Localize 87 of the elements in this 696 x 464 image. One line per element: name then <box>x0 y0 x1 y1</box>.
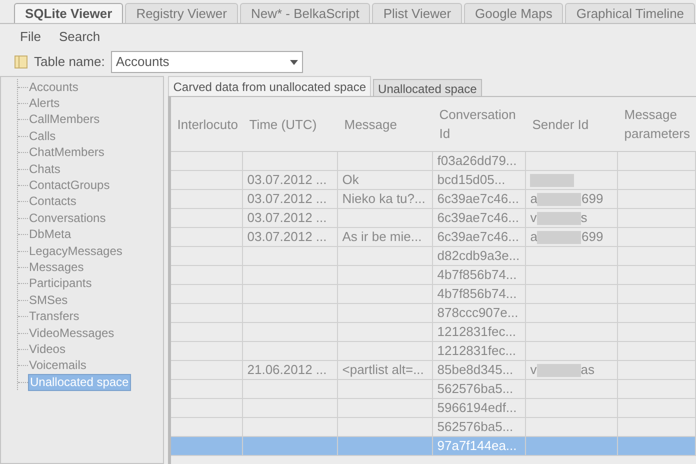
tree-item[interactable]: ChatMembers <box>28 145 106 160</box>
column-header[interactable]: Interlocuto <box>171 97 244 151</box>
table-row[interactable]: 03.07.2012 ... 6c39ae7c46... v s <box>171 209 696 228</box>
table-cell: f03a26dd79... <box>433 152 526 170</box>
table-cell: 1212831fec... <box>433 323 526 341</box>
app-tab[interactable]: Registry Viewer <box>125 3 238 23</box>
table-row[interactable]: 03.07.2012 ... Ok bcd15d05... <box>171 171 696 190</box>
tree-item[interactable]: LegacyMessages <box>28 244 124 259</box>
table-row[interactable]: 1212831fec... <box>171 323 696 342</box>
tree-item[interactable]: Chats <box>28 162 62 177</box>
sender-cell: v s <box>526 209 618 227</box>
tree-item[interactable]: Alerts <box>28 96 61 112</box>
table-cell: 4b7f856b74... <box>433 266 526 284</box>
table-cell: 85be8d345... <box>433 361 526 379</box>
tree-item[interactable]: Transfers <box>28 309 80 324</box>
redaction-block <box>537 230 582 244</box>
table-row[interactable]: 4b7f856b74... <box>171 266 696 285</box>
table-cell: 03.07.2012 ... <box>243 171 338 189</box>
tree-item[interactable]: Voicemails <box>28 358 88 374</box>
caret-icon <box>290 60 298 64</box>
table-cell: 4b7f856b74... <box>433 285 526 303</box>
column-header[interactable]: Message parameters <box>618 97 696 151</box>
app-tab[interactable]: Plist Viewer <box>372 3 462 23</box>
table-row[interactable]: d82cdb9a3e... <box>171 247 696 266</box>
table-row[interactable]: 562576ba5... <box>171 380 696 399</box>
app-tab[interactable]: Google Maps <box>464 3 564 23</box>
menu-item[interactable]: File <box>20 27 41 47</box>
table-cell: 6c39ae7c46... <box>433 209 526 227</box>
table-cell: 6c39ae7c46... <box>433 228 526 246</box>
table-row[interactable]: 878ccc907e... <box>171 304 696 323</box>
table-cell: 97a7f144ea... <box>433 437 526 455</box>
table-cell: Nieko ka tu?... <box>338 190 434 208</box>
table-row[interactable]: 5966194edf... <box>171 399 696 418</box>
table-row[interactable]: 1212831fec... <box>171 342 696 361</box>
tree-item[interactable]: CallMembers <box>28 112 101 128</box>
tree-item[interactable]: ContactGroups <box>28 178 111 194</box>
table-cell: 5966194edf... <box>433 399 526 417</box>
table-name-dropdown[interactable]: Accounts <box>110 51 303 73</box>
column-header[interactable]: Sender Id <box>526 97 618 151</box>
table-cell: 562576ba5... <box>433 418 526 436</box>
table-icon <box>14 55 28 69</box>
tree-item[interactable]: Conversations <box>28 210 107 226</box>
tree-item[interactable]: VideoMessages <box>28 326 116 341</box>
tree-item[interactable]: SMSes <box>28 292 69 308</box>
table-cell: 21.06.2012 ... <box>243 361 338 379</box>
column-header[interactable]: Message <box>338 97 434 151</box>
table-cell: <partlist alt=... <box>338 361 434 379</box>
app-tab[interactable]: New* - BelkaScript <box>240 3 370 23</box>
tree-item[interactable]: DbMeta <box>28 227 72 242</box>
table-cell: 562576ba5... <box>433 380 526 398</box>
app-tab[interactable]: Graphical Timeline <box>565 3 696 23</box>
menu-item[interactable]: Search <box>58 27 100 47</box>
table-row[interactable]: 97a7f144ea... <box>171 437 696 456</box>
redaction-block <box>536 364 581 376</box>
table-row[interactable]: f03a26dd79... <box>171 152 696 171</box>
tree-item[interactable]: Unallocated space <box>28 374 131 391</box>
table-row[interactable]: 03.07.2012 ... As ir be mie... 6c39ae7c46... a 699 <box>171 228 696 247</box>
table-row[interactable]: 4b7f856b74... <box>171 285 696 304</box>
table-cell: As ir be mie... <box>338 228 434 246</box>
redaction-block <box>537 192 582 206</box>
column-header[interactable]: Conversation Id <box>433 97 526 151</box>
table-cell: d82cdb9a3e... <box>433 247 526 265</box>
tree-item[interactable]: Accounts <box>28 80 80 95</box>
tree-item[interactable]: Videos <box>28 342 66 357</box>
table-cell: 6c39ae7c46... <box>433 190 526 208</box>
view-tab[interactable]: Unallocated space <box>373 79 482 96</box>
tree-item[interactable]: Messages <box>28 260 85 275</box>
table-cell: 878ccc907e... <box>433 304 526 322</box>
table-cell: 03.07.2012 ... <box>243 209 338 227</box>
column-header[interactable]: Time (UTC) <box>243 97 338 151</box>
sender-cell: v as <box>526 361 618 379</box>
table-cell: 03.07.2012 ... <box>243 228 338 246</box>
table-cell: Ok <box>338 171 434 189</box>
table-row[interactable]: 03.07.2012 ... Nieko ka tu?... 6c39ae7c46... a 699 <box>171 190 696 209</box>
tree-item[interactable]: Contacts <box>28 194 78 210</box>
view-tab[interactable]: Carved data from unallocated space <box>168 76 372 96</box>
table-name-label: Table name: <box>34 53 105 72</box>
tree-item[interactable]: Calls <box>28 128 57 144</box>
table-cell: bcd15d05... <box>433 171 526 189</box>
sender-cell: a 699 <box>526 228 618 246</box>
tree-item[interactable]: Participants <box>28 276 93 292</box>
redaction-block <box>536 212 581 224</box>
table-cell: 1212831fec... <box>433 342 526 360</box>
app-tab[interactable]: SQLite Viewer <box>14 3 124 23</box>
table-cell: 03.07.2012 ... <box>243 190 338 208</box>
table-row[interactable]: 21.06.2012 ... <partlist alt=... 85be8d345... v as <box>171 361 696 380</box>
sender-cell: a 699 <box>526 190 618 208</box>
